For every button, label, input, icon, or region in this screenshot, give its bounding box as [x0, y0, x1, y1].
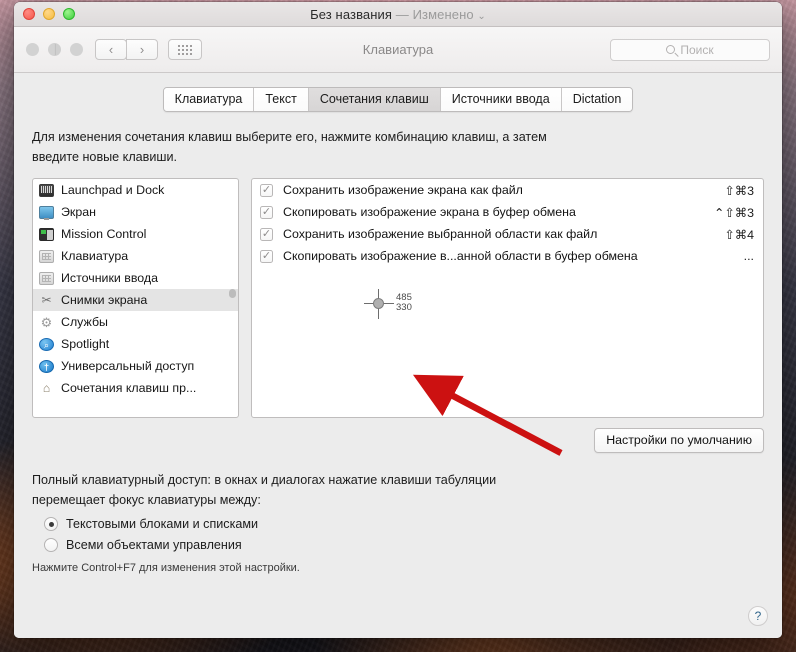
accessibility-icon: †	[39, 359, 54, 373]
radio-button[interactable]	[44, 538, 58, 553]
sidebar-item-label: Источники ввода	[61, 271, 159, 286]
keyboard-icon	[39, 271, 54, 285]
keyboard-icon	[39, 249, 54, 263]
toolbar-dot-2	[48, 43, 61, 56]
sidebar-item-label: Экран	[61, 205, 96, 220]
defaults-row: Настройки по умолчанию	[32, 428, 764, 454]
sidebar-item-label: Mission Control	[61, 227, 147, 242]
category-list[interactable]: Launchpad и Dock Экран Mission Control К…	[32, 178, 239, 419]
spotlight-icon: ⌕	[39, 337, 54, 351]
chevron-down-icon[interactable]: ⌄	[477, 11, 485, 22]
instructions-text: Для изменения сочетания клавиш выберите …	[32, 130, 547, 164]
tab-shortcuts[interactable]: Сочетания клавиш	[308, 88, 441, 111]
modified-badge: Изменено	[412, 6, 474, 22]
row-checkbox[interactable]: ✓	[260, 183, 273, 197]
tab-dictation[interactable]: Dictation	[561, 88, 633, 111]
shortcut-label: Скопировать изображение в...анной област…	[283, 249, 638, 264]
help-button[interactable]: ?	[748, 606, 768, 626]
search-icon	[666, 45, 676, 54]
sidebar-item-mission-control[interactable]: Mission Control	[33, 223, 238, 245]
sidebar-item-label: Универсальный доступ	[61, 359, 195, 374]
sidebar-item-label: Клавиатура	[61, 249, 129, 264]
gear-icon: ⚙	[40, 314, 53, 330]
search-placeholder: Поиск	[680, 42, 714, 57]
shortcut-keys[interactable]: ⇧⌘4	[724, 227, 754, 242]
tab-keyboard[interactable]: Клавиатура	[163, 88, 255, 111]
shortcut-list[interactable]: ✓ Сохранить изображение экрана как файл …	[251, 178, 764, 419]
shortcut-label: Сохранить изображение выбранной области …	[283, 227, 598, 242]
shortcut-keys[interactable]: ⌃⇧⌘3	[714, 205, 754, 220]
full-keyboard-access-note: Нажмите Control+F7 для изменения этой на…	[32, 562, 300, 575]
restore-defaults-button[interactable]: Настройки по умолчанию	[594, 428, 764, 454]
shortcut-panes: Launchpad и Dock Экран Mission Control К…	[32, 178, 764, 419]
cursor-y: 330	[396, 302, 412, 314]
toolbar-dot-1	[26, 43, 39, 56]
sidebar-item-launchpad-and-dock[interactable]: Launchpad и Dock	[33, 179, 238, 201]
sidebar-item-screenshots[interactable]: ✂ Снимки экрана	[33, 289, 238, 312]
sidebar-item-label: Снимки экрана	[61, 293, 148, 308]
cursor-coordinates: 485 330	[396, 293, 412, 313]
tab-input-sources[interactable]: Источники ввода	[440, 88, 562, 111]
row-checkbox[interactable]: ✓	[260, 205, 273, 219]
document-title: Без названия	[310, 6, 393, 22]
crosshair-center-dot	[373, 298, 384, 310]
toolbar-dot-3	[70, 43, 83, 56]
sidebar-item-label: Spotlight	[61, 337, 110, 352]
table-row[interactable]: ✓ Сохранить изображение экрана как файл …	[252, 179, 763, 201]
launchpad-icon	[39, 183, 54, 197]
preferences-content: Клавиатура Текст Сочетания клавиш Источн…	[14, 73, 782, 638]
table-row[interactable]: ✓ Скопировать изображение в...анной обла…	[252, 245, 763, 267]
table-row[interactable]: ✓ Сохранить изображение выбранной област…	[252, 223, 763, 245]
row-checkbox[interactable]: ✓	[260, 249, 273, 263]
sidebar-item-app-shortcuts[interactable]: ⌂ Сочетания клавиш пр...	[33, 377, 238, 399]
mission-control-icon	[39, 227, 54, 241]
radio-button[interactable]	[44, 517, 58, 532]
shortcut-keys[interactable]: ...	[744, 249, 754, 263]
full-keyboard-access-section: Полный клавиатурный доступ: в окнах и ди…	[32, 471, 764, 574]
radio-label: Текстовыми блоками и списками	[66, 517, 259, 532]
scissors-icon: ✂	[41, 292, 52, 307]
preferences-toolbar: ‹ › Клавиатура Поиск	[14, 27, 782, 73]
sidebar-item-keyboard[interactable]: Клавиатура	[33, 245, 238, 267]
window-title: Без названия — Изменено ⌄	[14, 7, 782, 22]
chevron-left-icon: ‹	[108, 42, 114, 57]
sidebar-item-label: Службы	[61, 315, 108, 330]
system-preferences-window: Без названия — Изменено ⌄ ‹ › Клавиатура…	[14, 2, 782, 638]
app-icon: ⌂	[42, 380, 51, 395]
sidebar-item-input-sources[interactable]: Источники ввода	[33, 267, 238, 289]
sidebar-item-accessibility[interactable]: † Универсальный доступ	[33, 355, 238, 377]
tab-text[interactable]: Текст	[254, 88, 309, 111]
radio-option-all-controls[interactable]: Всеми объектами управления	[32, 538, 764, 553]
toolbar-disabled-dots	[26, 43, 83, 56]
table-row[interactable]: ✓ Скопировать изображение экрана в буфер…	[252, 201, 763, 223]
display-icon	[39, 205, 54, 220]
search-input[interactable]: Поиск	[610, 38, 770, 61]
grid-icon	[178, 44, 192, 55]
row-checkbox[interactable]: ✓	[260, 227, 273, 241]
sidebar-item-label: Сочетания клавиш пр...	[61, 381, 197, 396]
show-all-button[interactable]	[168, 39, 202, 60]
radio-label: Всеми объектами управления	[66, 538, 242, 553]
sidebar-item-spotlight[interactable]: ⌕ Spotlight	[33, 333, 238, 355]
radio-option-text-boxes[interactable]: Текстовыми блоками и списками	[32, 517, 764, 532]
tab-bar: Клавиатура Текст Сочетания клавиш Источн…	[32, 73, 764, 112]
shortcut-keys[interactable]: ⇧⌘3	[724, 183, 754, 198]
title-separator: —	[395, 6, 409, 22]
sidebar-item-label: Launchpad и Dock	[61, 183, 165, 198]
sidebar-item-display[interactable]: Экран	[33, 201, 238, 223]
shortcut-label: Скопировать изображение экрана в буфер о…	[283, 205, 576, 220]
window-titlebar: Без названия — Изменено ⌄	[14, 2, 782, 27]
sidebar-item-services[interactable]: ⚙ Службы	[33, 311, 238, 333]
chevron-right-icon: ›	[139, 42, 145, 57]
tab-strip: Клавиатура Текст Сочетания клавиш Источн…	[162, 87, 634, 112]
full-keyboard-access-text: Полный клавиатурный доступ: в окнах и ди…	[32, 473, 497, 507]
crosshair-cursor	[364, 289, 394, 320]
shortcut-label: Сохранить изображение экрана как файл	[283, 183, 523, 198]
sidebar-scroll-indicator[interactable]	[229, 289, 236, 299]
back-button[interactable]: ‹	[95, 39, 127, 60]
forward-button[interactable]: ›	[126, 39, 158, 60]
